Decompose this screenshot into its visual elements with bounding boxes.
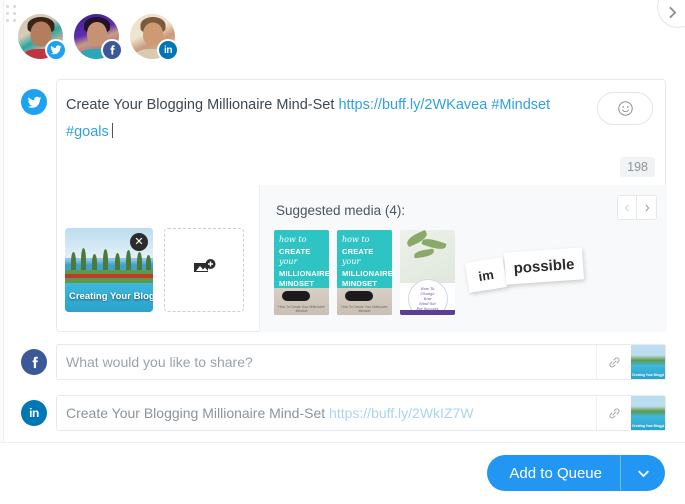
sunglasses-icon bbox=[282, 291, 310, 301]
thumb-line-1: CREATE bbox=[342, 247, 374, 256]
compose-text-plain: Create Your Blogging Millionaire Mind-Se… bbox=[66, 97, 339, 113]
dot bbox=[6, 19, 9, 22]
linkedin-row-actions: Creating Your Blogging bbox=[596, 396, 665, 430]
suggested-media-next-button[interactable] bbox=[637, 196, 656, 219]
facebook-row-thumbnail[interactable]: Creating Your Blogging bbox=[631, 345, 665, 379]
add-to-queue-button[interactable]: Add to Queue bbox=[487, 455, 621, 491]
suggested-media-title: Suggested media (4): bbox=[276, 203, 406, 218]
left-rail bbox=[0, 0, 4, 504]
compose-hashtag-1[interactable]: #Mindset bbox=[491, 97, 550, 113]
profile-avatar-linkedin[interactable]: in bbox=[130, 14, 179, 61]
thumb-your-text: your bbox=[279, 257, 298, 266]
linkedin-compose-row[interactable]: Create Your Blogging Millionaire Mind-Se… bbox=[56, 395, 666, 431]
linkedin-input[interactable]: Create Your Blogging Millionaire Mind-Se… bbox=[66, 405, 474, 421]
thumbnail-caption: Creating Your Blogging bbox=[632, 424, 664, 428]
linkedin-badge-text: in bbox=[163, 44, 173, 56]
profile-avatar-facebook[interactable] bbox=[74, 14, 123, 61]
linkedin-icon: in bbox=[157, 39, 179, 61]
linkedin-icon: in bbox=[21, 400, 47, 426]
attach-link-button[interactable] bbox=[597, 396, 631, 430]
add-to-queue-control: Add to Queue bbox=[487, 455, 665, 491]
sunglasses-icon bbox=[345, 291, 373, 301]
facebook-row-actions: Creating Your Blogging bbox=[596, 345, 665, 379]
chevron-left-icon bbox=[624, 203, 629, 212]
dot bbox=[13, 19, 16, 22]
attach-link-button[interactable] bbox=[597, 345, 631, 379]
circle-line-2: Change bbox=[420, 292, 435, 297]
thumb-bottom-bar bbox=[400, 310, 455, 315]
emoji-smiley-icon bbox=[617, 101, 633, 116]
remove-image-button[interactable]: ✕ bbox=[130, 233, 148, 251]
next-arrow-button[interactable] bbox=[657, 0, 685, 28]
suggested-media-item[interactable]: How To Change Your Mind-Set For Success bbox=[400, 230, 455, 315]
dot bbox=[6, 5, 9, 8]
compose-break bbox=[550, 97, 554, 113]
link-icon bbox=[609, 408, 619, 418]
twitter-compose-panel: Create Your Blogging Millionaire Mind-Se… bbox=[56, 79, 667, 332]
linkedin-row-thumbnail[interactable]: Creating Your Blogging bbox=[631, 396, 665, 430]
thumb-line-2: MILLIONAIRE bbox=[342, 269, 392, 278]
add-image-button[interactable] bbox=[164, 228, 244, 312]
circle-line-1: How To bbox=[420, 287, 435, 292]
compose-link[interactable]: https://buff.ly/2WKavea bbox=[338, 97, 487, 113]
suggested-media-item[interactable]: im possible bbox=[463, 230, 591, 315]
chevron-down-icon bbox=[637, 470, 649, 477]
thumb-your-text: your bbox=[342, 257, 361, 266]
thumb-footer: How To Create Your Millionaire Mindset bbox=[278, 305, 325, 313]
dot bbox=[6, 12, 9, 15]
thumb-footer: How To Create Your Millionaire Mindset bbox=[341, 305, 388, 313]
circle-line-4: Mind-Set bbox=[419, 302, 436, 307]
emoji-picker-button[interactable] bbox=[597, 92, 653, 125]
facebook-input[interactable]: What would you like to share? bbox=[66, 354, 253, 370]
linkedin-text-plain: Create Your Blogging Millionaire Mind-Se… bbox=[66, 405, 330, 421]
chevron-right-icon bbox=[669, 6, 677, 19]
thumb-line-3: MINDSET bbox=[279, 279, 315, 288]
scrap-im: im bbox=[464, 257, 508, 293]
thumb-line-2: MILLIONAIRE bbox=[279, 269, 329, 278]
profile-avatar-twitter[interactable] bbox=[18, 14, 67, 61]
suggested-media-item[interactable]: how to CREATE your MILLIONAIRE MINDSET H… bbox=[337, 230, 392, 315]
attached-image-caption: Creating Your Blogging bbox=[69, 291, 153, 302]
character-counter: 198 bbox=[620, 157, 655, 177]
suggested-media-prev-button[interactable] bbox=[618, 196, 637, 219]
chevron-right-icon bbox=[644, 203, 649, 212]
profile-avatars: in bbox=[18, 14, 179, 61]
suggested-media-list: how to CREATE your MILLIONAIRE MINDSET H… bbox=[274, 230, 591, 315]
add-to-queue-dropdown-button[interactable] bbox=[621, 455, 665, 491]
attached-image[interactable]: Creating Your Blogging ✕ bbox=[65, 228, 153, 312]
dot bbox=[13, 12, 16, 15]
link-icon bbox=[609, 357, 619, 367]
thumb-line-1: CREATE bbox=[279, 247, 311, 256]
scrap-possible: possible bbox=[503, 247, 585, 285]
compose-hashtag-2[interactable]: #goals bbox=[66, 124, 109, 140]
circle-line-3: Your bbox=[423, 297, 432, 302]
linkedin-icon-text: in bbox=[29, 406, 39, 420]
image-flowers bbox=[65, 274, 153, 279]
facebook-icon bbox=[101, 39, 123, 61]
thumb-howto-text: how to bbox=[342, 235, 370, 244]
footer-bar: Add to Queue bbox=[0, 442, 685, 504]
facebook-compose-row[interactable]: What would you like to share? Creating Y… bbox=[56, 344, 666, 380]
twitter-icon bbox=[45, 39, 67, 61]
thumbnail-caption: Creating Your Blogging bbox=[632, 373, 664, 377]
facebook-icon bbox=[21, 349, 47, 375]
buffer-composer: in Create Your Blogging Millionaire Mind… bbox=[0, 0, 685, 504]
suggested-media-item[interactable]: how to CREATE your MILLIONAIRE MINDSET H… bbox=[274, 230, 329, 315]
suggested-media-panel: Suggested media (4): how to CREATE your … bbox=[259, 185, 667, 332]
twitter-icon bbox=[21, 89, 47, 115]
linkedin-link[interactable]: https://buff.ly/2WkIZ7W bbox=[329, 405, 473, 421]
add-image-icon bbox=[194, 259, 216, 272]
thumb-line-3: MINDSET bbox=[342, 279, 378, 288]
thumb-howto-text: how to bbox=[279, 235, 307, 244]
attached-media-row: Creating Your Blogging ✕ bbox=[65, 228, 244, 312]
dot bbox=[13, 5, 16, 8]
text-caret bbox=[111, 123, 113, 138]
suggested-media-nav bbox=[617, 195, 657, 220]
compose-textarea[interactable]: Create Your Blogging Millionaire Mind-Se… bbox=[66, 92, 586, 146]
